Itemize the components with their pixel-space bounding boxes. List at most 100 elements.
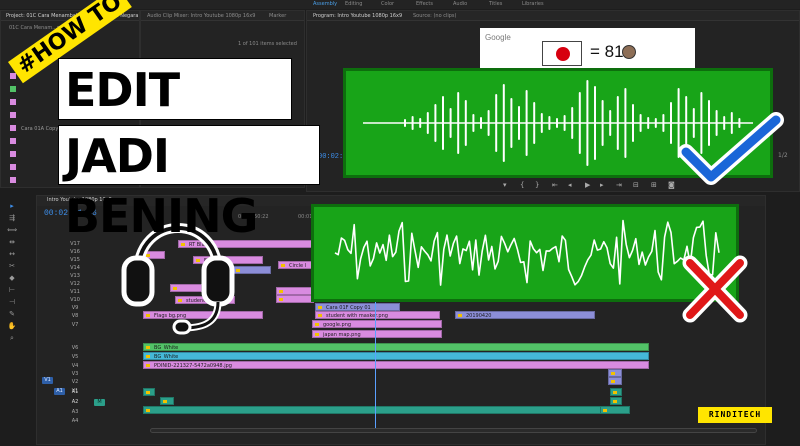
pen-tool-icon[interactable]: ✎ — [7, 310, 17, 319]
timeline-clip[interactable] — [276, 295, 314, 303]
workspace-tab-effects[interactable]: Effects — [416, 1, 433, 7]
audio-track-label[interactable]: A1 — [68, 389, 82, 395]
workspace-tab-editing[interactable]: Editing — [345, 1, 362, 7]
audio-clip[interactable] — [143, 388, 155, 396]
timeline-clip[interactable]: student with masker.png — [315, 311, 440, 319]
slip-tool-icon[interactable]: ⊢ — [7, 286, 17, 295]
flag-sun — [556, 47, 570, 61]
workspace-tab-assembly[interactable]: Assembly — [313, 1, 337, 7]
program-video-frame: Google = 81 — [480, 28, 695, 73]
workspace-tab-color[interactable]: Color — [381, 1, 394, 7]
audio-mixer-header: Audio Clip Mixer: Intro Youtube 1080p 16… — [141, 11, 304, 21]
track-label[interactable]: V4 — [68, 363, 82, 369]
mute-toggle[interactable]: M — [94, 399, 105, 406]
track-label[interactable]: V7 — [68, 322, 82, 328]
audio-track-label[interactable]: A4 — [68, 418, 82, 424]
source-tab[interactable]: Source: (no clips) — [413, 13, 456, 19]
check-icon — [678, 112, 784, 185]
bin-swatch — [10, 177, 16, 183]
audio-track-label[interactable]: A2 — [68, 399, 82, 405]
razor-tool-icon[interactable]: ◆ — [7, 274, 17, 283]
audio-clip[interactable] — [610, 397, 622, 405]
flag-equation: = 81 — [590, 42, 624, 61]
timeline-clip[interactable]: Circle l — [278, 261, 314, 269]
timeline-clip[interactable] — [608, 377, 622, 385]
bin-swatch — [10, 151, 16, 157]
rate-stretch-tool-icon[interactable]: ↔ — [7, 250, 17, 259]
extract-icon[interactable]: ⊞ — [651, 181, 657, 189]
timeline-clip[interactable] — [608, 369, 622, 377]
audio-clip[interactable] — [610, 388, 622, 396]
timeline-clip[interactable]: BG_White — [143, 352, 649, 360]
razor-tool-icon[interactable]: ✂ — [7, 262, 17, 271]
workspace-tab-libraries[interactable]: Libraries — [522, 1, 544, 7]
out-point-icon[interactable]: } — [535, 181, 539, 189]
step-back-icon[interactable]: ◂ — [568, 181, 572, 189]
hand-tool-icon[interactable]: ✋ — [7, 322, 17, 331]
zoom-tool-icon[interactable]: ⌕ — [7, 334, 17, 343]
timeline-clip[interactable] — [233, 266, 271, 274]
source-patch-a1[interactable]: A1 — [54, 388, 65, 395]
workspace-tab-titles[interactable]: Titles — [489, 1, 502, 7]
title-line-1: EDIT AUDIO — [58, 58, 292, 179]
ripple-edit-tool-icon[interactable]: ⟺ — [7, 226, 17, 235]
bin-swatch — [10, 73, 16, 79]
go-to-in-icon[interactable]: ⇤ — [552, 181, 558, 189]
audio-track-label[interactable]: A3 — [68, 409, 82, 415]
timeline-clip[interactable]: Cara 01F Copy 01 — [315, 303, 400, 311]
track-label[interactable]: V16 — [68, 249, 82, 255]
source-patch-v1[interactable]: V1 — [42, 377, 53, 384]
noisy-waveform — [334, 219, 720, 286]
track-label[interactable]: V3 — [68, 371, 82, 377]
timeline-clip[interactable]: 20190420 — [455, 311, 595, 319]
noisy-wave-line — [334, 219, 720, 286]
step-forward-icon[interactable]: ▸ — [600, 181, 604, 189]
bin-swatch — [10, 125, 16, 131]
timeline-clip[interactable] — [276, 287, 314, 295]
track-label[interactable]: V5 — [68, 354, 82, 360]
brand-badge: RINDITECH — [698, 407, 772, 423]
right-ear-cup — [201, 255, 235, 307]
workspace-tab-audio[interactable]: Audio — [453, 1, 467, 7]
audio-clip[interactable] — [160, 397, 174, 405]
marker-icon[interactable]: ▾ — [503, 181, 507, 189]
track-label[interactable]: V8 — [68, 313, 82, 319]
track-label[interactable]: V14 — [68, 265, 82, 271]
bin-swatch — [10, 99, 16, 105]
slide-tool-icon[interactable]: ⊣ — [7, 298, 17, 307]
marker-tab[interactable]: Marker — [269, 13, 286, 19]
track-select-tool-icon[interactable]: ⇶ — [7, 214, 17, 223]
timeline-clip[interactable]: PDINID-221327-5472a0948.jpg — [143, 361, 649, 369]
map-logo: Google — [485, 33, 511, 42]
track-label[interactable]: V6 — [68, 345, 82, 351]
play-icon[interactable]: ▶ — [585, 181, 590, 189]
bin-swatch — [10, 112, 16, 118]
timeline-scrollbar[interactable] — [150, 428, 757, 433]
bin-swatch — [10, 164, 16, 170]
lift-icon[interactable]: ⊟ — [633, 181, 639, 189]
track-label[interactable]: V11 — [68, 289, 82, 295]
timeline-clip[interactable]: japan map.png — [312, 330, 442, 338]
program-monitor-header: Program: Intro Youtube 1080p 16x9 Source… — [307, 11, 799, 21]
audio-clip[interactable] — [600, 406, 630, 414]
timeline-clip[interactable]: BG_White — [143, 343, 649, 351]
go-to-out-icon[interactable]: ⇥ — [616, 181, 622, 189]
bin-swatch — [10, 138, 16, 144]
program-tab[interactable]: Program: Intro Youtube 1080p 16x9 — [313, 13, 402, 19]
camera-icon[interactable]: ◙ — [668, 181, 675, 189]
in-point-icon[interactable]: { — [520, 181, 524, 189]
timeline-clip[interactable]: google.png — [312, 320, 442, 328]
close-icon — [682, 255, 748, 323]
rolling-edit-tool-icon[interactable]: ⇹ — [7, 238, 17, 247]
track-label[interactable]: V9 — [68, 305, 82, 311]
selection-tool-icon[interactable]: ▸ — [7, 202, 17, 211]
track-label[interactable]: V12 — [68, 281, 82, 287]
mic-capsule — [172, 319, 192, 335]
audio-mixer-tab[interactable]: Audio Clip Mixer: Intro Youtube 1080p 16… — [147, 13, 255, 19]
track-label[interactable]: V15 — [68, 257, 82, 263]
bin-swatch — [10, 86, 16, 92]
track-label[interactable]: V2 — [68, 379, 82, 385]
track-label[interactable]: V13 — [68, 273, 82, 279]
audio-clip[interactable] — [143, 406, 613, 414]
track-label[interactable]: V10 — [68, 297, 82, 303]
